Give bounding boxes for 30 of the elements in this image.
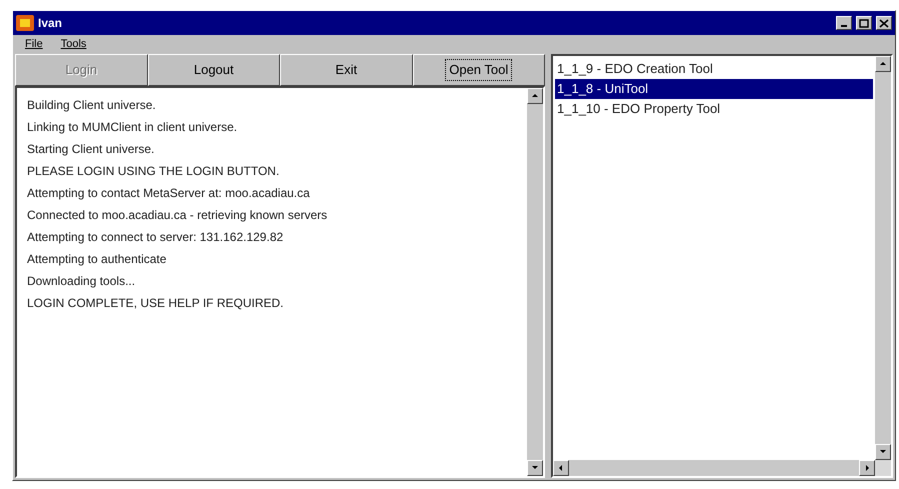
list-item[interactable]: 1_1_9 - EDO Creation Tool (555, 59, 873, 79)
minimize-button[interactable] (836, 16, 852, 30)
log-line: LOGIN COMPLETE, USE HELP IF REQUIRED. (27, 295, 284, 312)
maximize-button[interactable] (856, 16, 872, 30)
menu-item[interactable]: File (25, 36, 43, 53)
minimize-icon (841, 25, 847, 27)
list-item[interactable]: 1_1_8 - UniTool (555, 79, 873, 99)
menu-item[interactable]: Tools (60, 36, 86, 53)
maximize-icon (859, 18, 869, 28)
vertical-scrollbar[interactable] (875, 56, 891, 460)
log-line: Downloading tools... (27, 273, 136, 290)
size-grip[interactable] (875, 460, 891, 476)
log-line: Attempting to authenticate (27, 251, 168, 268)
log-line: Attempting to contact MetaServer at: moo.acadiau.ca (27, 185, 311, 202)
window-title: Ivan (38, 15, 62, 32)
log-line: Starting Client universe. (27, 141, 156, 158)
toolbar-button[interactable]: Open Tool (412, 54, 545, 86)
vertical-scrollbar[interactable] (527, 88, 543, 476)
log-line: PLEASE LOGIN USING THE LOGIN BUTTON. (27, 163, 280, 180)
app-icon (16, 15, 34, 31)
toolbar-button[interactable]: Logout (148, 54, 280, 86)
horizontal-scrollbar[interactable] (553, 460, 875, 476)
log-line: Building Client universe. (27, 97, 157, 114)
toolbar-button[interactable]: Exit (280, 54, 412, 86)
list-item[interactable]: 1_1_10 - EDO Property Tool (555, 99, 873, 119)
close-button[interactable] (876, 16, 892, 30)
close-icon (879, 18, 889, 28)
log-line: Attempting to connect to server: 131.162.129.82 (27, 229, 284, 246)
log-line: Connected to moo.acadiau.ca - retrieving known servers (27, 207, 328, 224)
log-line: Linking to MUMClient in client universe. (27, 119, 238, 136)
